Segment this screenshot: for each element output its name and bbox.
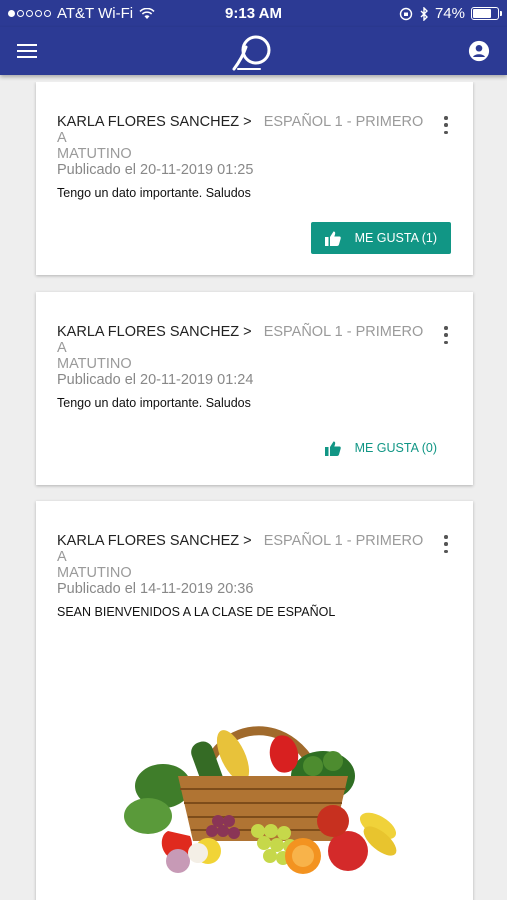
post-shift: MATUTINO bbox=[57, 146, 132, 162]
post-card: KARLA FLORES SANCHEZ > ESPAÑOL 1 - PRIME… bbox=[36, 292, 473, 485]
post-text: SEAN BIENVENIDOS A LA CLASE DE ESPAÑOL bbox=[57, 605, 336, 619]
battery-percent: 74% bbox=[434, 5, 465, 22]
post-date: Publicado el 20-11-2019 01:24 bbox=[57, 372, 254, 388]
more-options-icon[interactable] bbox=[441, 326, 451, 344]
post-feed[interactable]: KARLA FLORES SANCHEZ > ESPAÑOL 1 - PRIME… bbox=[0, 82, 507, 900]
post-header: KARLA FLORES SANCHEZ > ESPAÑOL 1 - PRIME… bbox=[57, 533, 427, 597]
fruit-vegetable-basket-image[interactable] bbox=[108, 681, 408, 881]
app-logo[interactable] bbox=[230, 31, 278, 71]
account-icon[interactable] bbox=[468, 40, 490, 62]
post-text: Tengo un dato importante. Saludos bbox=[57, 396, 251, 410]
thumb-up-icon bbox=[324, 231, 341, 246]
battery-icon bbox=[471, 7, 502, 20]
post-author[interactable]: KARLA FLORES SANCHEZ > bbox=[57, 533, 252, 549]
like-label: ME GUSTA (0) bbox=[354, 441, 437, 455]
post-card: KARLA FLORES SANCHEZ > ESPAÑOL 1 - PRIME… bbox=[36, 501, 473, 900]
post-date: Publicado el 20-11-2019 01:25 bbox=[57, 162, 254, 178]
app-bar bbox=[0, 27, 507, 75]
post-date: Publicado el 14-11-2019 20:36 bbox=[57, 581, 254, 597]
post-shift: MATUTINO bbox=[57, 356, 132, 372]
status-bar: AT&T Wi-Fi 9:13 AM 74% bbox=[0, 0, 507, 27]
more-options-icon[interactable] bbox=[441, 535, 451, 553]
thumb-up-icon bbox=[324, 441, 341, 456]
post-author[interactable]: KARLA FLORES SANCHEZ > bbox=[57, 324, 252, 340]
more-options-icon[interactable] bbox=[441, 116, 451, 134]
menu-icon[interactable] bbox=[17, 42, 37, 60]
post-header: KARLA FLORES SANCHEZ > ESPAÑOL 1 - PRIME… bbox=[57, 114, 427, 178]
post-shift: MATUTINO bbox=[57, 565, 132, 581]
status-icons: 74% bbox=[399, 5, 502, 22]
bluetooth-icon bbox=[420, 6, 428, 21]
like-label: ME GUSTA (1) bbox=[354, 231, 437, 245]
post-header: KARLA FLORES SANCHEZ > ESPAÑOL 1 - PRIME… bbox=[57, 324, 427, 388]
post-text: Tengo un dato importante. Saludos bbox=[57, 186, 251, 200]
rotation-lock-icon bbox=[399, 7, 413, 20]
like-button[interactable]: ME GUSTA (1) bbox=[310, 222, 451, 254]
post-author[interactable]: KARLA FLORES SANCHEZ > bbox=[57, 114, 252, 130]
like-button[interactable]: ME GUSTA (0) bbox=[311, 432, 451, 464]
post-card: KARLA FLORES SANCHEZ > ESPAÑOL 1 - PRIME… bbox=[36, 82, 473, 275]
